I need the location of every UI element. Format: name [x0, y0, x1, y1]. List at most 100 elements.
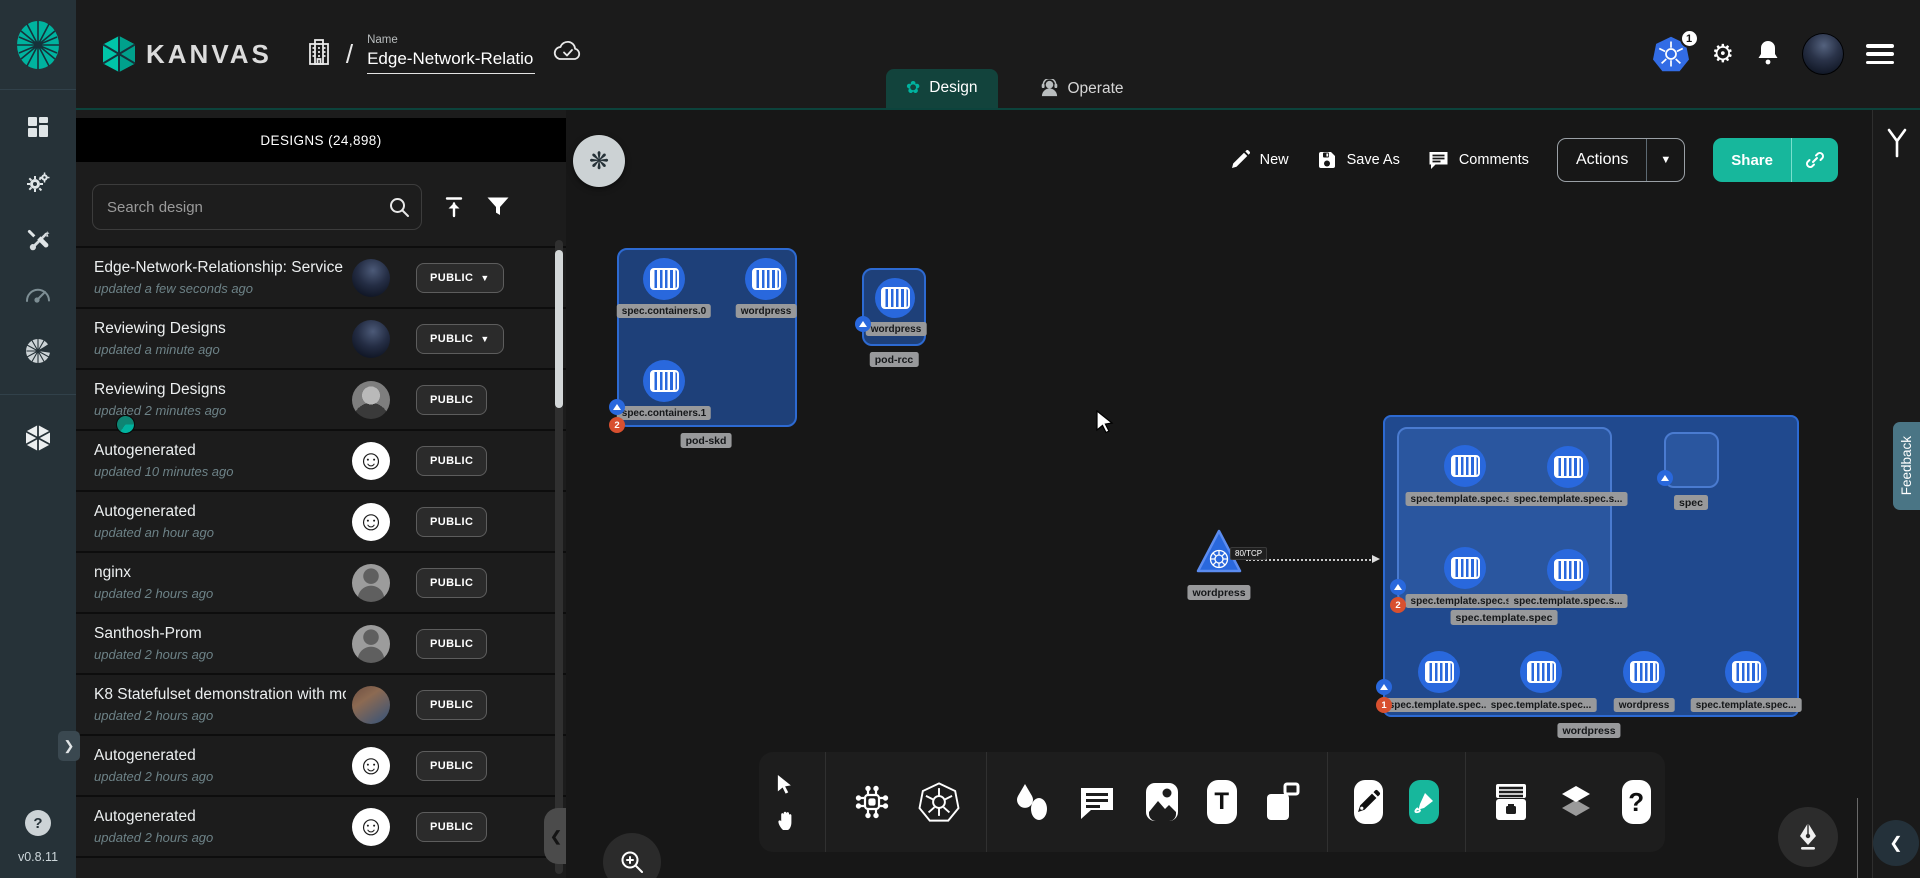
container-icon[interactable]: [1444, 547, 1486, 589]
layers-tool[interactable]: [1556, 780, 1596, 824]
tab-operate[interactable]: Operate: [1020, 70, 1144, 108]
design-item-updated: updated 2 hours ago: [94, 708, 346, 723]
error-badge[interactable]: 2: [1390, 597, 1406, 613]
container-icon[interactable]: [745, 258, 787, 300]
container-icon[interactable]: [1623, 651, 1665, 693]
kubernetes-context-button[interactable]: 1: [1652, 36, 1690, 72]
node-pod-skd[interactable]: spec.containers.0 wordpress spec.contain…: [617, 248, 797, 427]
design-list-item[interactable]: Reviewing Designs updated 2 minutes ago …: [76, 368, 566, 429]
pod-badge-icon[interactable]: [1376, 679, 1392, 695]
design-list-item[interactable]: Edge-Network-Relationship: Service updat…: [76, 246, 566, 307]
container-icon[interactable]: [1418, 651, 1460, 693]
zoom-button[interactable]: [603, 833, 661, 878]
container-icon[interactable]: [1725, 651, 1767, 693]
designs-search-row: [76, 162, 566, 246]
pod-badge-icon[interactable]: [609, 399, 625, 415]
node-pod-template[interactable]: spec.template.spec.s... spec.template.sp…: [1397, 427, 1612, 604]
validate-icon[interactable]: [1885, 128, 1909, 163]
pod-badge-icon[interactable]: [1657, 470, 1673, 486]
settings-button[interactable]: ⚙: [1712, 42, 1734, 67]
node-spec[interactable]: [1664, 432, 1719, 488]
organization-icon[interactable]: [306, 38, 332, 71]
help-button[interactable]: ?: [25, 810, 51, 836]
visibility-badge[interactable]: PUBLIC: [416, 446, 487, 476]
image-tool[interactable]: [1143, 780, 1181, 824]
visibility-badge[interactable]: PUBLIC: [416, 812, 487, 842]
designs-scrollbar-thumb[interactable]: [555, 250, 563, 408]
rectangle-tool[interactable]: [1263, 780, 1301, 824]
user-avatar[interactable]: [1802, 33, 1844, 75]
visibility-badge[interactable]: PUBLIC: [416, 629, 487, 659]
design-list-item[interactable]: Autogenerated updated 2 hours ago PUBLIC: [76, 734, 566, 795]
save-icon: [1317, 150, 1337, 170]
sidebar-item-lifecycle[interactable]: [23, 168, 53, 198]
visibility-badge[interactable]: PUBLIC: [416, 751, 487, 781]
pen-tool[interactable]: [1354, 780, 1384, 824]
design-name-input[interactable]: [367, 49, 535, 74]
design-list-item[interactable]: nginx updated 2 hours ago PUBLIC: [76, 551, 566, 612]
visibility-badge[interactable]: PUBLIC: [416, 568, 487, 598]
design-list-item[interactable]: Autogenerated updated 2 hours ago PUBLIC: [76, 795, 566, 856]
pan-tool[interactable]: [773, 807, 799, 833]
expand-panel-button[interactable]: ❯: [58, 731, 80, 761]
comments-button[interactable]: Comments: [1428, 150, 1529, 170]
visibility-badge[interactable]: PUBLIC▼: [416, 324, 504, 354]
design-list-item[interactable]: Autogenerated updated an hour ago PUBLIC: [76, 490, 566, 551]
sidebar-item-kanvas[interactable]: [23, 423, 53, 453]
collapse-panel-button[interactable]: ❮: [544, 808, 566, 864]
error-badge[interactable]: 1: [1376, 697, 1392, 713]
container-icon[interactable]: [1444, 445, 1486, 487]
sidebar-item-performance[interactable]: [23, 280, 53, 310]
container-icon[interactable]: [1547, 549, 1589, 591]
actions-caret[interactable]: ▼: [1646, 139, 1684, 181]
node-pod-rcc[interactable]: wordpress: [862, 268, 926, 346]
search-input[interactable]: [92, 184, 422, 230]
container-icon[interactable]: [1520, 651, 1562, 693]
container-icon[interactable]: [1547, 446, 1589, 488]
node-deployment-wordpress[interactable]: spec.template.spec.s... spec.template.sp…: [1383, 415, 1799, 717]
canvas-menu-button[interactable]: ❋: [573, 135, 625, 187]
sidebar-item-configuration[interactable]: [23, 224, 53, 254]
pod-badge-icon[interactable]: [1390, 579, 1406, 595]
filter-button[interactable]: [486, 196, 510, 218]
notifications-button[interactable]: [1756, 39, 1780, 70]
freehand-draw-tool[interactable]: [1409, 780, 1439, 824]
error-badge[interactable]: 2: [609, 417, 625, 433]
annotation-tool[interactable]: [1077, 780, 1117, 824]
mesh-components-tool[interactable]: [852, 780, 892, 824]
kanvas-brand[interactable]: KANVAS: [102, 35, 272, 73]
design-list-item[interactable]: K8 Statefulset demonstration with mo upd…: [76, 673, 566, 734]
sidebar-item-mesh[interactable]: [23, 336, 53, 366]
actions-button[interactable]: Actions ▼: [1557, 138, 1685, 182]
meshery-logo[interactable]: [0, 0, 76, 90]
design-list-item[interactable]: Reviewing Designs updated a minute ago P…: [76, 307, 566, 368]
save-as-button[interactable]: Save As: [1317, 150, 1400, 170]
help-tool[interactable]: ?: [1622, 780, 1652, 824]
import-design-button[interactable]: [442, 195, 466, 219]
container-icon[interactable]: [643, 360, 685, 402]
feedback-tab[interactable]: Feedback: [1893, 422, 1920, 510]
visibility-badge[interactable]: PUBLIC▼: [416, 263, 504, 293]
text-tool[interactable]: T: [1207, 780, 1237, 824]
visibility-badge[interactable]: PUBLIC: [416, 507, 487, 537]
pod-badge-icon[interactable]: [855, 316, 871, 332]
kubernetes-components-tool[interactable]: [918, 780, 960, 824]
container-icon[interactable]: [643, 258, 685, 300]
design-list-item[interactable]: Autogenerated updated 10 minutes ago PUB…: [76, 429, 566, 490]
whiteboard-toggle-button[interactable]: [1778, 807, 1838, 867]
new-button[interactable]: New: [1230, 150, 1289, 170]
select-tool[interactable]: [773, 771, 799, 797]
visibility-badge[interactable]: PUBLIC: [416, 385, 487, 415]
design-canvas[interactable]: ❋ New Save As Comments Act: [566, 110, 1872, 878]
visibility-badge[interactable]: PUBLIC: [416, 690, 487, 720]
menu-button[interactable]: [1866, 44, 1894, 64]
collapse-right-panel-button[interactable]: ❮: [1873, 820, 1919, 866]
sidebar-item-dashboard[interactable]: [23, 112, 53, 142]
share-button[interactable]: Share: [1713, 138, 1838, 182]
container-icon[interactable]: [875, 278, 915, 318]
design-list-item[interactable]: Santhosh-Prom updated 2 hours ago PUBLIC: [76, 612, 566, 673]
tab-design[interactable]: ✿ Design: [886, 69, 998, 108]
copy-link-button[interactable]: [1791, 138, 1838, 182]
saved-components-tool[interactable]: [1492, 780, 1530, 824]
shapes-tool[interactable]: [1013, 780, 1051, 824]
